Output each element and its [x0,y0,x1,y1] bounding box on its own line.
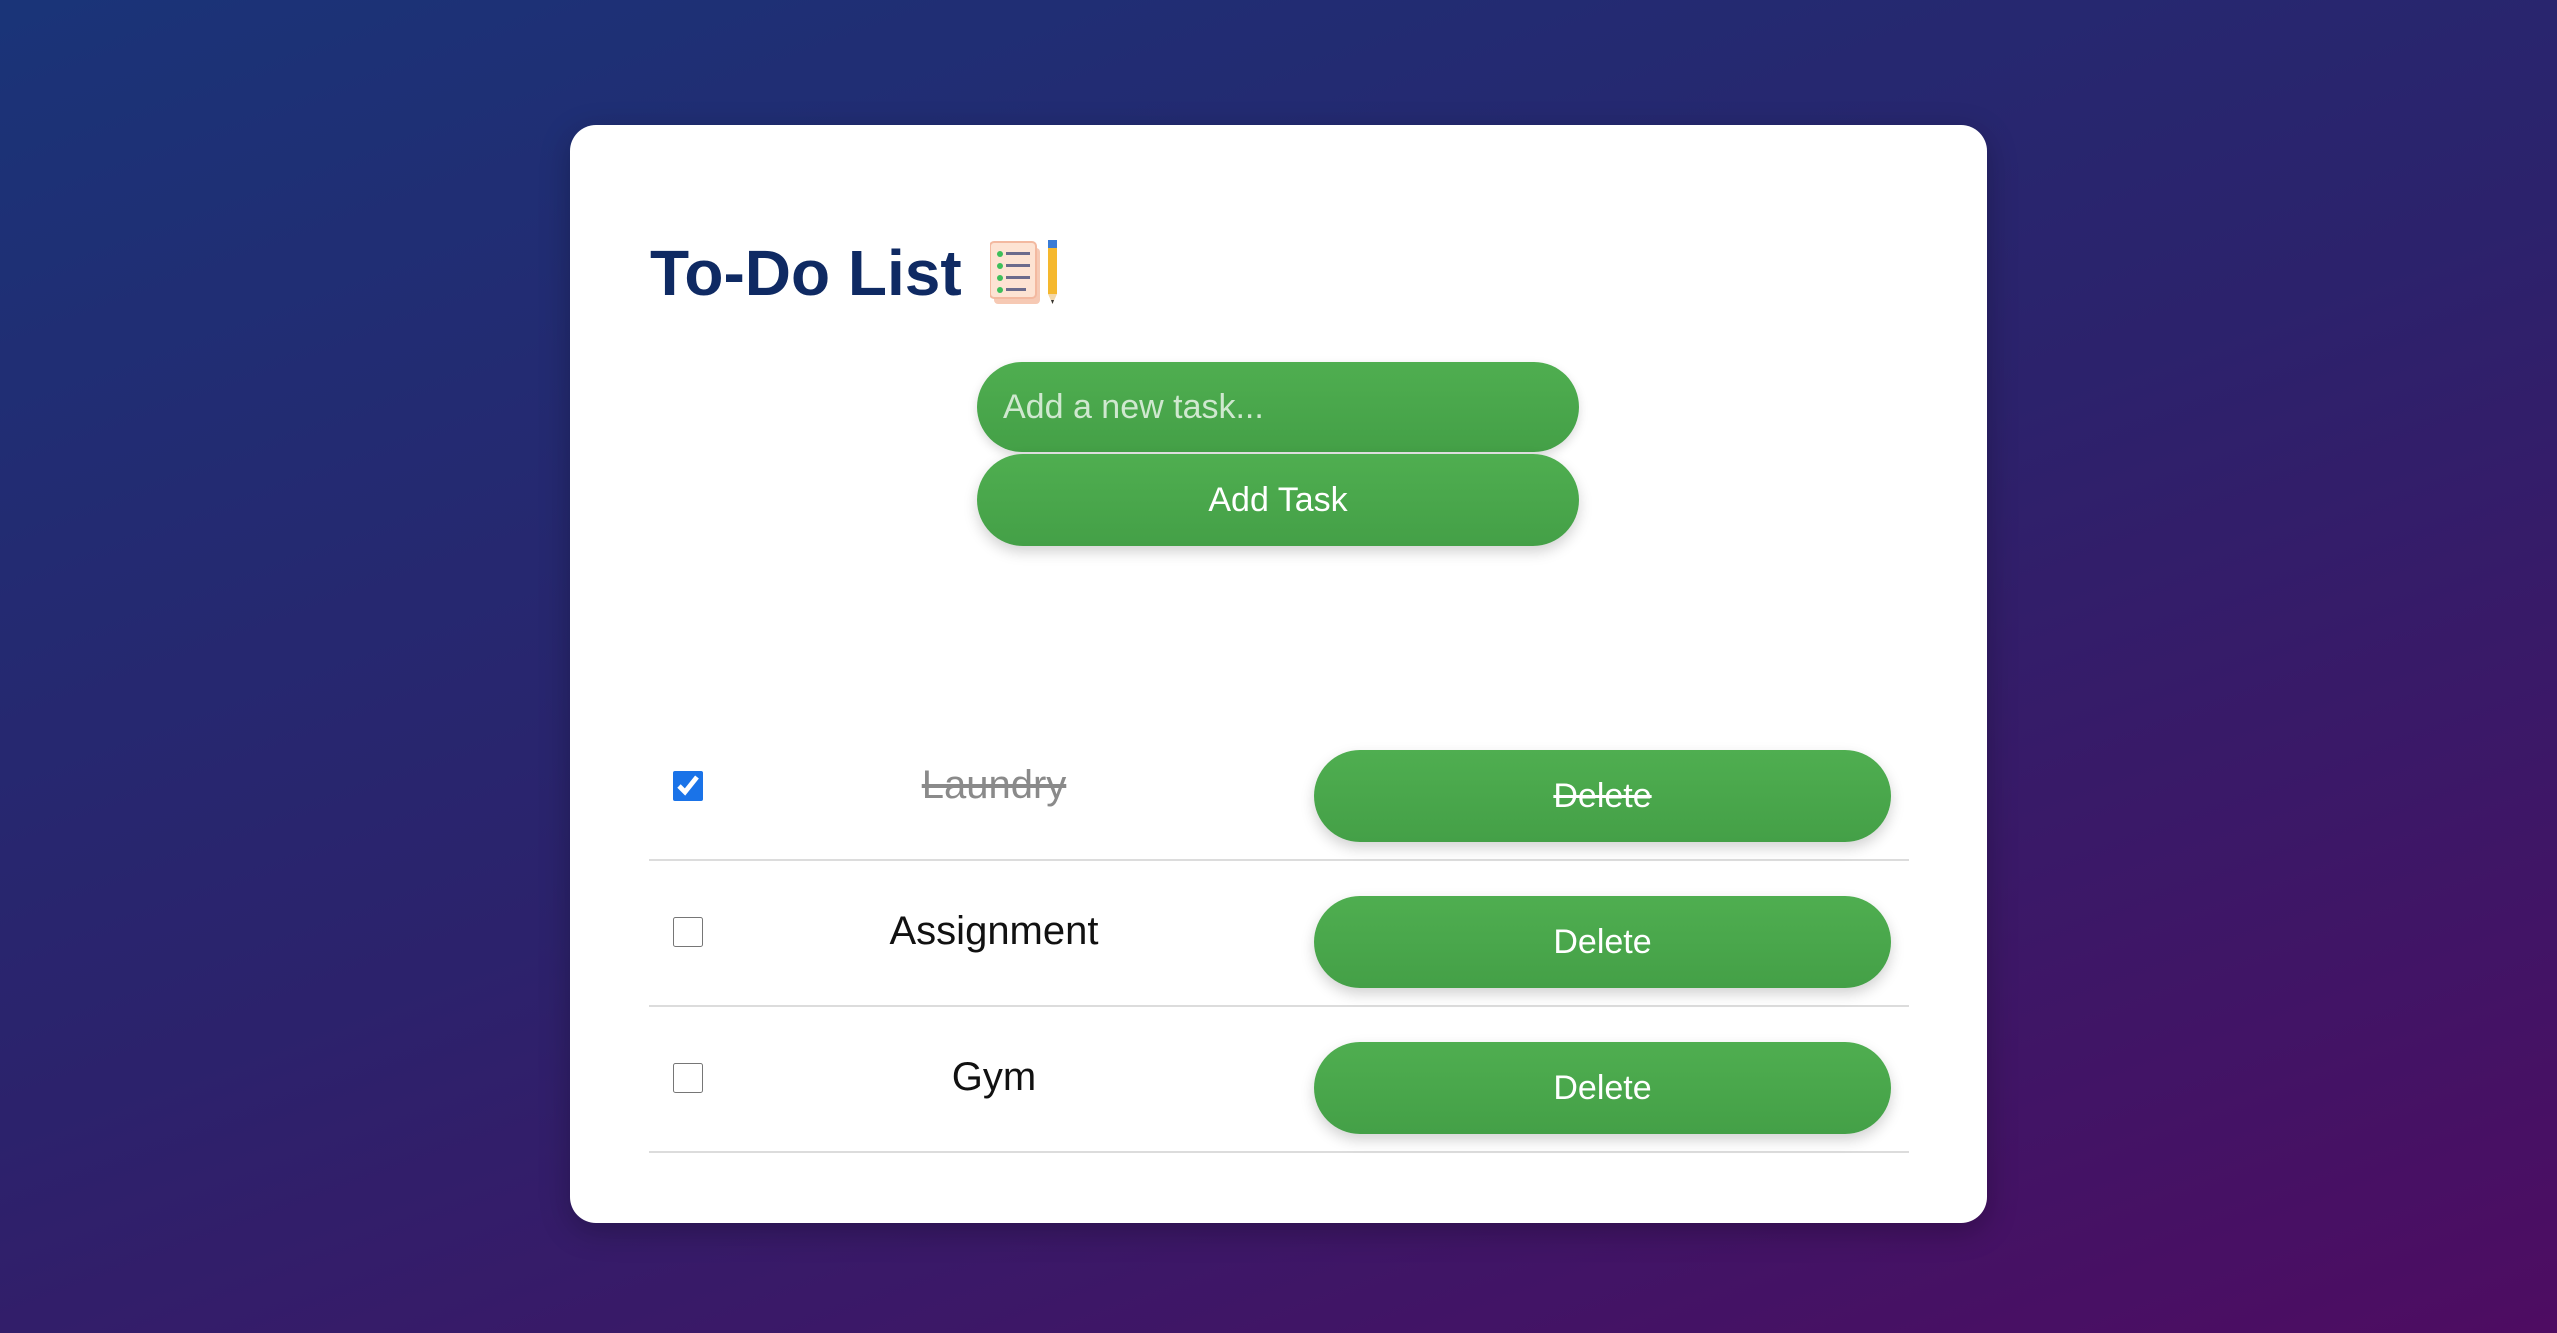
delete-task-button[interactable]: Delete [1314,1042,1891,1134]
clipboard-pencil-icon [988,240,1064,306]
task-checkbox-gym[interactable] [673,1063,703,1093]
new-task-input[interactable] [977,362,1579,452]
task-text: Assignment [889,909,1099,953]
task-row: Gym Delete [649,1007,1909,1153]
todo-card: To-Do List Add Task [570,125,1987,1223]
task-checkbox-laundry[interactable] [673,771,703,801]
title-row: To-Do List [650,233,1064,313]
task-row: Assignment Delete [649,861,1909,1007]
task-row: Laundry Delete [649,715,1909,861]
add-task-button[interactable]: Add Task [977,454,1579,546]
delete-task-button[interactable]: Delete [1314,750,1891,842]
task-list: Laundry Delete Assignment Delete Gym Del… [649,715,1909,1153]
task-text: Laundry [921,763,1067,807]
task-text: Gym [951,1055,1037,1099]
task-checkbox-assignment[interactable] [673,917,703,947]
page-title: To-Do List [650,237,962,309]
delete-task-button[interactable]: Delete [1314,896,1891,988]
